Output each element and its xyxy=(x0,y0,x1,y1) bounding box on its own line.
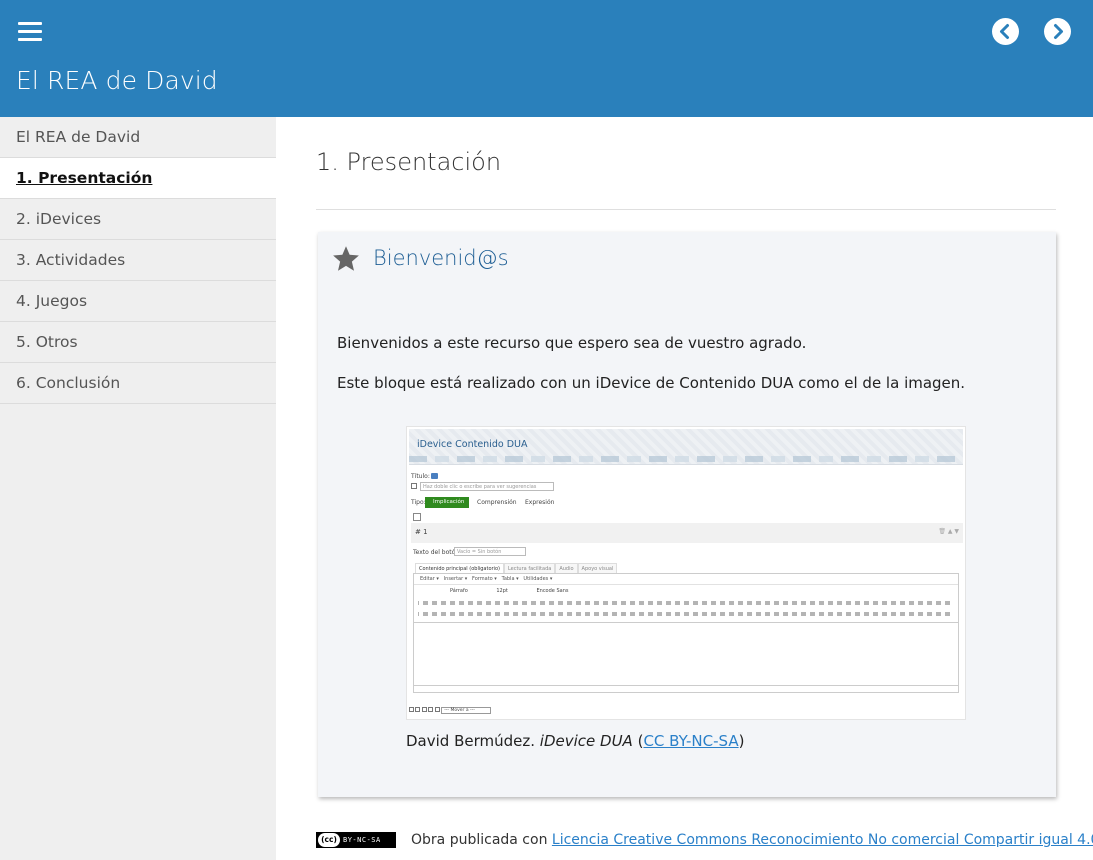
screenshot-tab-visual: Apoyo visual xyxy=(577,563,618,573)
screenshot-titulo-label: Título: xyxy=(411,473,430,480)
cc-logo-icon: (cc) xyxy=(318,833,340,847)
idevice-card: Bienvenid@s Bienvenidos a este recurso q… xyxy=(318,232,1056,797)
screenshot-bottom-controls: --- Mover a --- xyxy=(409,707,492,714)
sidebar-item-presentacion[interactable]: 1. Presentación xyxy=(0,158,276,199)
cc-license-badge[interactable]: (cc) BY-NC-SA xyxy=(316,832,396,848)
screenshot-radio-comprension: Comprensión xyxy=(477,499,517,506)
screenshot-radio-implicacion: Implicación xyxy=(425,497,469,508)
screenshot-tab-audio: Audio xyxy=(555,563,578,573)
screenshot-titulo-input: Haz doble clic o escribe para ver sugere… xyxy=(420,482,554,491)
screenshot-editor-text-area xyxy=(414,622,958,686)
sidebar-item-home[interactable]: El REA de David xyxy=(0,117,276,158)
screenshot-banner: iDevice Contenido DUA xyxy=(409,429,963,465)
intro-paragraph: Bienvenidos a este recurso que espero se… xyxy=(337,334,807,352)
sidebar-item-juegos[interactable]: 4. Juegos xyxy=(0,281,276,322)
screenshot-tipo-label: Tipo: xyxy=(411,499,426,506)
screenshot-editor-format-row: Párrafo 12pt Encode Sans xyxy=(450,588,569,594)
screenshot-tab-main: Contenido principal (obligatorio) xyxy=(415,563,504,573)
top-header: El REA de David xyxy=(0,0,1093,117)
caption-license-link[interactable]: CC BY-NC-SA xyxy=(643,732,738,750)
license-link[interactable]: Licencia Creative Commons Reconocimiento… xyxy=(552,832,1093,848)
screenshot-section-controls-icon: 🗑 ▲ ▼ xyxy=(938,528,959,535)
description-paragraph: Este bloque está realizado con un iDevic… xyxy=(337,374,966,392)
chevron-left-icon xyxy=(1000,24,1009,39)
page-title: 1. Presentación xyxy=(316,148,502,176)
chevron-right-icon xyxy=(1054,24,1063,39)
sidebar-item-idevices[interactable]: 2. iDevices xyxy=(0,199,276,240)
sidebar-nav: El REA de David 1. Presentación 2. iDevi… xyxy=(0,117,276,860)
screenshot-banner-title: iDevice Contenido DUA xyxy=(417,439,528,450)
screenshot-button-text-input: Vacío = Sin botón xyxy=(454,547,526,556)
next-page-button[interactable] xyxy=(1044,18,1071,45)
sidebar-item-conclusion[interactable]: 6. Conclusión xyxy=(0,363,276,404)
screenshot-section-header: # 1 🗑 ▲ ▼ xyxy=(411,523,963,543)
screenshot-editor-toolbar-row-2 xyxy=(414,598,958,608)
screenshot-tab-easy-read: Lectura facilitada xyxy=(503,563,556,573)
sidebar-item-actividades[interactable]: 3. Actividades xyxy=(0,240,276,281)
site-title: El REA de David xyxy=(16,66,218,95)
title-divider xyxy=(316,209,1056,210)
license-notice: Obra publicada con Licencia Creative Com… xyxy=(411,832,1093,848)
sidebar-item-otros[interactable]: 5. Otros xyxy=(0,322,276,363)
license-prefix: Obra publicada con xyxy=(411,832,552,848)
caption-author: David Bermúdez. xyxy=(406,732,536,750)
screenshot-section-number: # 1 xyxy=(415,528,428,536)
star-icon xyxy=(333,246,359,271)
screenshot-field-icon xyxy=(411,483,417,489)
screenshot-editor-toolbar-row-3 xyxy=(414,609,958,619)
screenshot-radio-expresion: Expresión xyxy=(525,499,555,506)
cc-badge-text: BY-NC-SA xyxy=(343,836,381,844)
idevice-title: Bienvenid@s xyxy=(373,246,509,270)
previous-page-button[interactable] xyxy=(992,18,1019,45)
menu-toggle-icon[interactable] xyxy=(18,22,42,42)
screenshot-editor: Editar ▾ Insertar ▾ Formato ▾ Tabla ▾ Ut… xyxy=(413,573,959,693)
screenshot-expand-icon xyxy=(413,513,421,521)
screenshot-tabs: Contenido principal (obligatorio) Lectura… xyxy=(415,563,618,573)
caption-work-title: iDevice DUA xyxy=(539,732,633,750)
screenshot-help-icon xyxy=(431,473,438,479)
image-caption: David Bermúdez. iDevice DUA (CC BY-NC-SA… xyxy=(406,732,745,750)
idevice-screenshot-image: iDevice Contenido DUA Título: Haz doble … xyxy=(406,426,966,720)
screenshot-editor-menubar: Editar ▾ Insertar ▾ Formato ▾ Tabla ▾ Ut… xyxy=(414,574,958,585)
